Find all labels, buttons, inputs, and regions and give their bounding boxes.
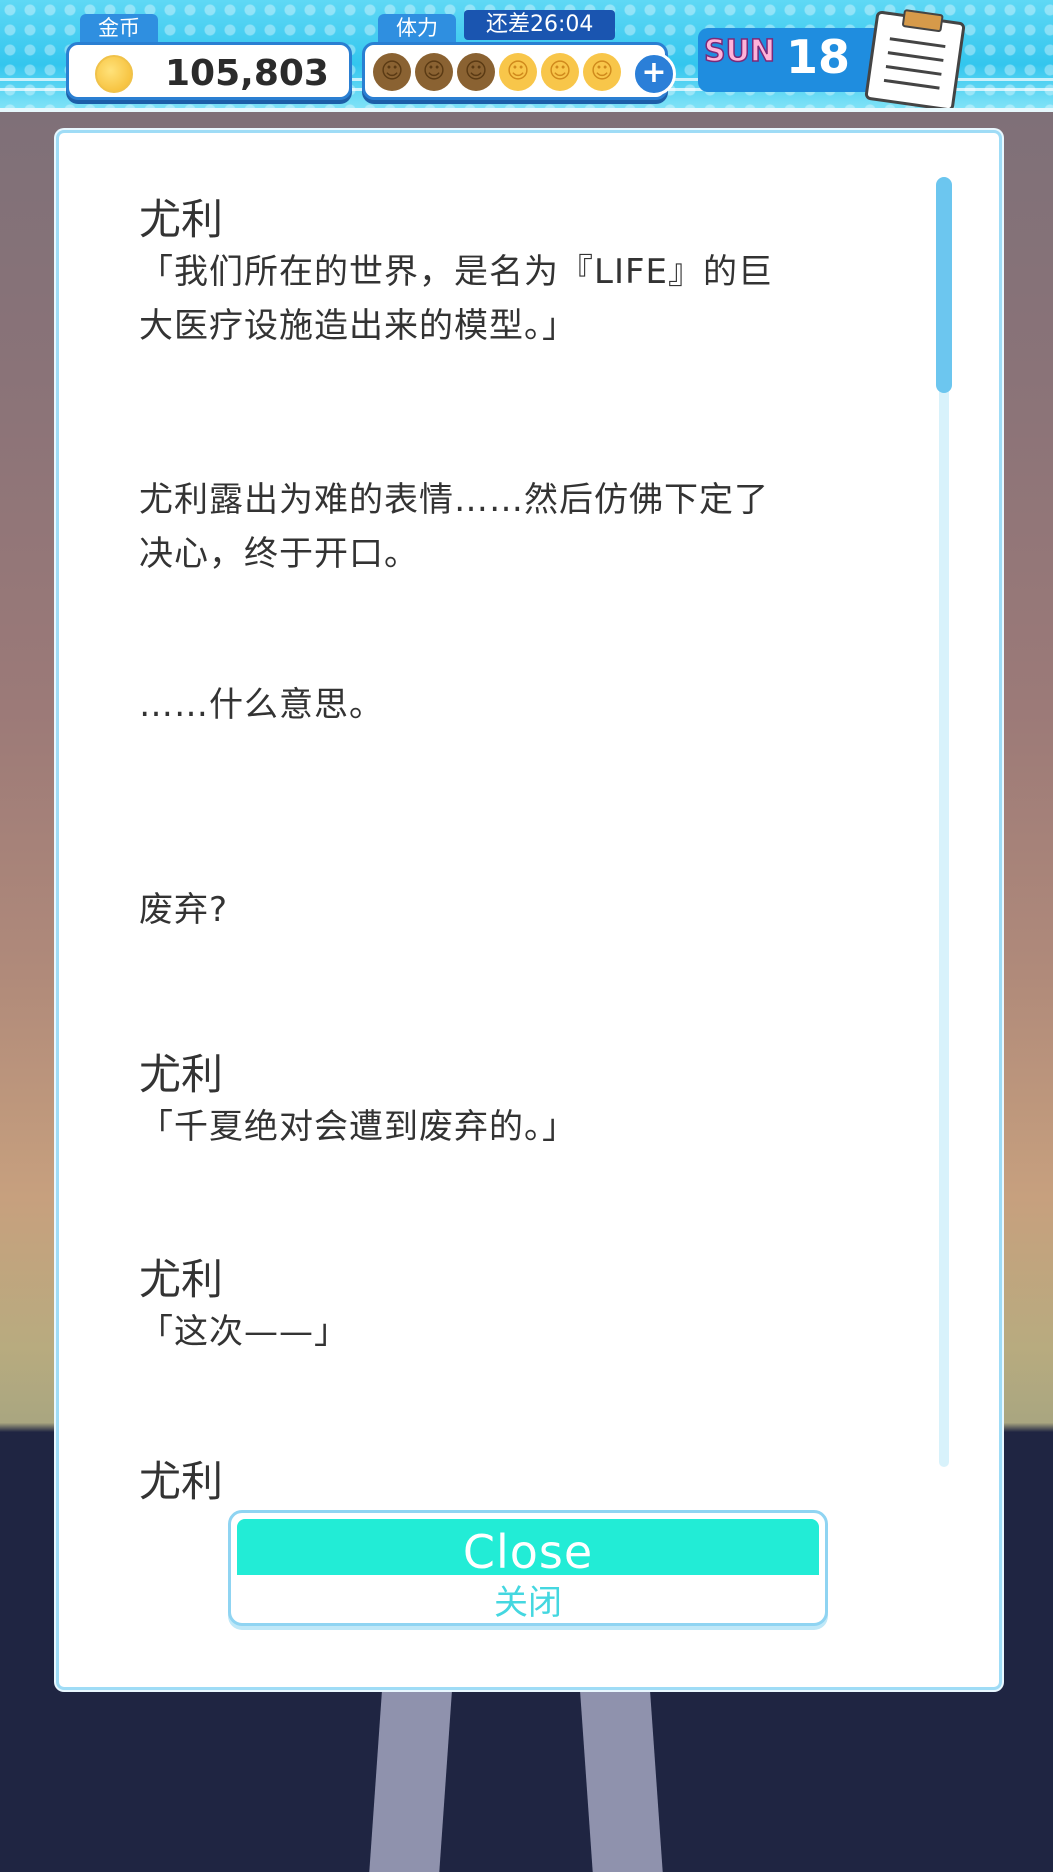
- log-entry: 废弃?: [139, 883, 228, 937]
- stamina-label-tab: 体力: [378, 14, 456, 42]
- dialogue-line: 「这次——」: [139, 1312, 349, 1352]
- stamina-empty-icon: ☺: [457, 53, 495, 91]
- coin-counter: 105,803: [66, 42, 352, 100]
- coin-value: 105,803: [165, 53, 329, 94]
- notepad-line: [887, 51, 944, 62]
- log-entry: 尤利: [139, 1457, 223, 1507]
- log-entry: ……什么意思。: [139, 678, 384, 732]
- narration-line: 废弃?: [139, 890, 229, 930]
- backlog-panel: 尤利 「我们所在的世界，是名为『LIFE』的巨 大医疗设施造出来的模型。」 尤利…: [56, 130, 1002, 1690]
- close-label-zh: 关闭: [494, 1583, 562, 1623]
- plus-icon: +: [641, 55, 667, 90]
- speaker-name: 尤利: [139, 1457, 224, 1506]
- dialogue-line: 大医疗设施造出来的模型。」: [139, 306, 577, 346]
- notepad-icon[interactable]: [864, 8, 966, 108]
- notepad-line: [883, 78, 940, 90]
- add-stamina-button[interactable]: +: [632, 52, 676, 96]
- stamina-empty-icon: ☺: [415, 53, 453, 91]
- weekday-label: SUN: [703, 33, 776, 70]
- speaker-name: 尤利: [139, 195, 224, 244]
- stamina-timer: 还差26:04: [464, 10, 616, 40]
- stamina-empty-icon: ☺: [373, 53, 411, 91]
- speaker-name: 尤利: [139, 1050, 224, 1099]
- coin-label-tab: 金币: [80, 14, 158, 42]
- close-button[interactable]: Close 关闭: [228, 1510, 828, 1626]
- coin-icon: [95, 55, 133, 93]
- scrollbar-thumb[interactable]: [936, 177, 952, 393]
- status-bar: 金币 105,803 体力 还差26:04 ☺ ☺ ☺ ☺ ☺ ☺ + SUN …: [0, 0, 1053, 112]
- narration-line: 决心，终于开口。: [139, 534, 419, 574]
- narration-line: ……什么意思。: [139, 685, 384, 725]
- stamina-full-icon: ☺: [541, 53, 579, 91]
- stamina-full-icon: ☺: [583, 53, 621, 91]
- log-entry: 尤利 「千夏绝对会遭到废弃的。」: [139, 1050, 577, 1154]
- notepad-line: [885, 65, 942, 76]
- log-entry: 尤利 「我们所在的世界，是名为『LIFE』的巨 大医疗设施造出来的模型。」: [139, 195, 773, 353]
- dialogue-line: 「千夏绝对会遭到废弃的。」: [139, 1107, 577, 1147]
- stamina-full-icon: ☺: [499, 53, 537, 91]
- day-number: 18: [786, 30, 851, 84]
- dialogue-line: 「我们所在的世界，是名为『LIFE』的巨: [139, 252, 774, 292]
- log-entry: 尤利 「这次——」: [139, 1255, 349, 1359]
- notepad-line: [889, 37, 946, 49]
- character-leg-right: [579, 1680, 663, 1872]
- backlog-list[interactable]: 尤利 「我们所在的世界，是名为『LIFE』的巨 大医疗设施造出来的模型。」 尤利…: [139, 195, 879, 1530]
- character-leg-left: [369, 1680, 453, 1872]
- notepad-clip: [901, 8, 944, 33]
- log-entry: 尤利露出为难的表情……然后仿佛下定了 决心，终于开口。: [139, 473, 769, 581]
- stamina-meter: ☺ ☺ ☺ ☺ ☺ ☺: [362, 42, 668, 100]
- close-label-en: Close: [462, 1525, 594, 1579]
- speaker-name: 尤利: [139, 1255, 224, 1304]
- narration-line: 尤利露出为难的表情……然后仿佛下定了: [139, 480, 769, 520]
